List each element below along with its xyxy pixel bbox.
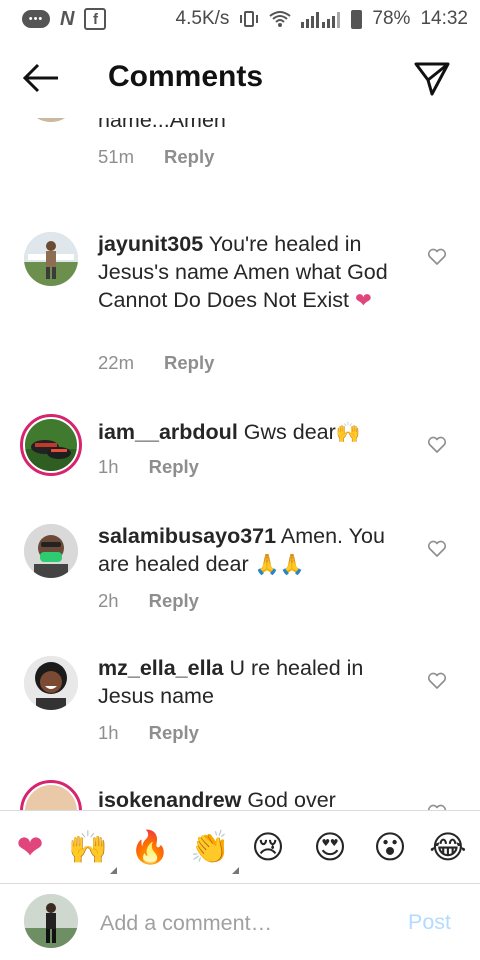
reply-button[interactable]: Reply (149, 722, 199, 744)
reply-button[interactable]: Reply (164, 352, 214, 374)
post-button[interactable]: Post (408, 910, 451, 935)
comment-username[interactable]: iam__arbdoul (98, 420, 238, 444)
battery-icon (351, 9, 363, 29)
fire-reaction-icon[interactable]: 🔥 (130, 827, 170, 867)
battery-percent: 78% (372, 8, 411, 29)
quick-reaction-bar: ❤ 🙌 🔥 👏 😢 😍 😮 😂 (0, 810, 480, 884)
avatar-photo (25, 419, 77, 471)
comment-meta: 51m Reply (98, 146, 214, 168)
comment-time: 1h (98, 456, 119, 477)
user-avatar (24, 894, 78, 948)
comment-text-partial: name...Amen (98, 118, 226, 132)
reply-button[interactable]: Reply (164, 146, 214, 168)
back-arrow-icon[interactable] (22, 60, 62, 96)
comment-body: iam__arbdoul Gws dear🙌 (98, 418, 408, 446)
comment-body: isokenandrew God over (98, 786, 408, 810)
heart-reaction-icon[interactable]: ❤ (10, 827, 50, 867)
like-heart-icon[interactable] (427, 436, 447, 454)
comment-username[interactable]: salamibusayo371 (98, 524, 276, 548)
comment-time: 1h (98, 722, 119, 743)
comment-item: isokenandrew God over (0, 780, 480, 810)
facebook-icon: f (84, 8, 107, 30)
comment-username[interactable]: mz_ella_ella (98, 656, 224, 680)
comment-body: mz_ella_ella U re healed in Jesus name (98, 654, 408, 710)
comment-input[interactable] (98, 902, 392, 944)
comment-username[interactable]: isokenandrew (98, 788, 241, 810)
comment-username[interactable]: jayunit305 (98, 232, 203, 256)
avatar-photo (24, 232, 78, 286)
comments-list[interactable]: name...Amen 51m Reply jayunit305 You're … (0, 118, 480, 810)
laughing-face-reaction-icon[interactable]: 😂 (428, 827, 468, 867)
comment-item: salamibusayo371 Amen. You are healed dea… (0, 522, 480, 632)
status-left: ••• N f (22, 7, 107, 31)
comment-item: jayunit305 You're healed in Jesus's name… (0, 230, 480, 380)
comment-body: salamibusayo371 Amen. You are healed dea… (98, 522, 408, 578)
status-right: 4.5K/s 78% 14:32 (176, 8, 468, 30)
raising-hands-emoji-icon: 🙌 (335, 422, 361, 444)
message-notification-icon: ••• (22, 10, 50, 28)
status-bar: ••• N f 4.5K/s 78% 14:32 (0, 0, 480, 38)
send-icon[interactable] (412, 58, 452, 98)
raising-hands-reaction-icon[interactable]: 🙌 (68, 827, 108, 867)
like-heart-icon[interactable] (427, 672, 447, 690)
heart-emoji-icon: ❤ (354, 290, 372, 312)
comment-item: iam__arbdoul Gws dear🙌 1h Reply (0, 414, 480, 504)
clapping-reaction-icon[interactable]: 👏 (190, 827, 230, 867)
reply-button[interactable]: Reply (149, 590, 199, 612)
avatar[interactable] (24, 118, 78, 122)
reply-button[interactable]: Reply (149, 456, 199, 478)
comment-time: 51m (98, 146, 134, 167)
comment-meta: 22m Reply (98, 352, 214, 374)
comment-meta: 2h Reply (98, 590, 199, 612)
user-avatar-photo (24, 894, 78, 948)
skin-tone-indicator-icon (232, 867, 239, 874)
header: Comments (0, 38, 480, 118)
comment-text: Gws dear (243, 420, 336, 444)
heart-eyes-reaction-icon[interactable]: 😍 (310, 827, 350, 867)
signal-icon (301, 12, 341, 28)
comment-item: name...Amen 51m Reply (0, 118, 480, 198)
avatar-story[interactable] (20, 414, 82, 476)
comment-item: mz_ella_ella U re healed in Jesus name 1… (0, 654, 480, 764)
comment-time: 2h (98, 590, 119, 611)
page-title: Comments (108, 60, 264, 93)
avatar-story[interactable] (20, 780, 82, 810)
comment-body: jayunit305 You're healed in Jesus's name… (98, 230, 408, 314)
vibrate-icon (240, 11, 259, 27)
avatar-photo (24, 656, 78, 710)
news-app-icon: N (60, 7, 75, 30)
like-heart-icon[interactable] (427, 248, 447, 266)
clock: 14:32 (420, 8, 468, 29)
avatar[interactable] (24, 232, 78, 286)
surprised-face-reaction-icon[interactable]: 😮 (370, 827, 410, 867)
comment-time: 22m (98, 352, 134, 373)
sad-face-reaction-icon[interactable]: 😢 (248, 827, 288, 867)
comment-meta: 1h Reply (98, 456, 199, 478)
avatar-photo (25, 785, 77, 810)
comment-composer: Post (0, 884, 480, 960)
wifi-icon (269, 11, 292, 27)
avatar-photo (24, 524, 78, 578)
avatar[interactable] (24, 524, 78, 578)
avatar[interactable] (24, 656, 78, 710)
network-speed: 4.5K/s (175, 8, 230, 29)
comment-meta: 1h Reply (98, 722, 199, 744)
praying-hands-emoji-icon: 🙏🙏 (254, 554, 305, 576)
like-heart-icon[interactable] (427, 540, 447, 558)
skin-tone-indicator-icon (110, 867, 117, 874)
comment-text: God over (247, 788, 336, 810)
